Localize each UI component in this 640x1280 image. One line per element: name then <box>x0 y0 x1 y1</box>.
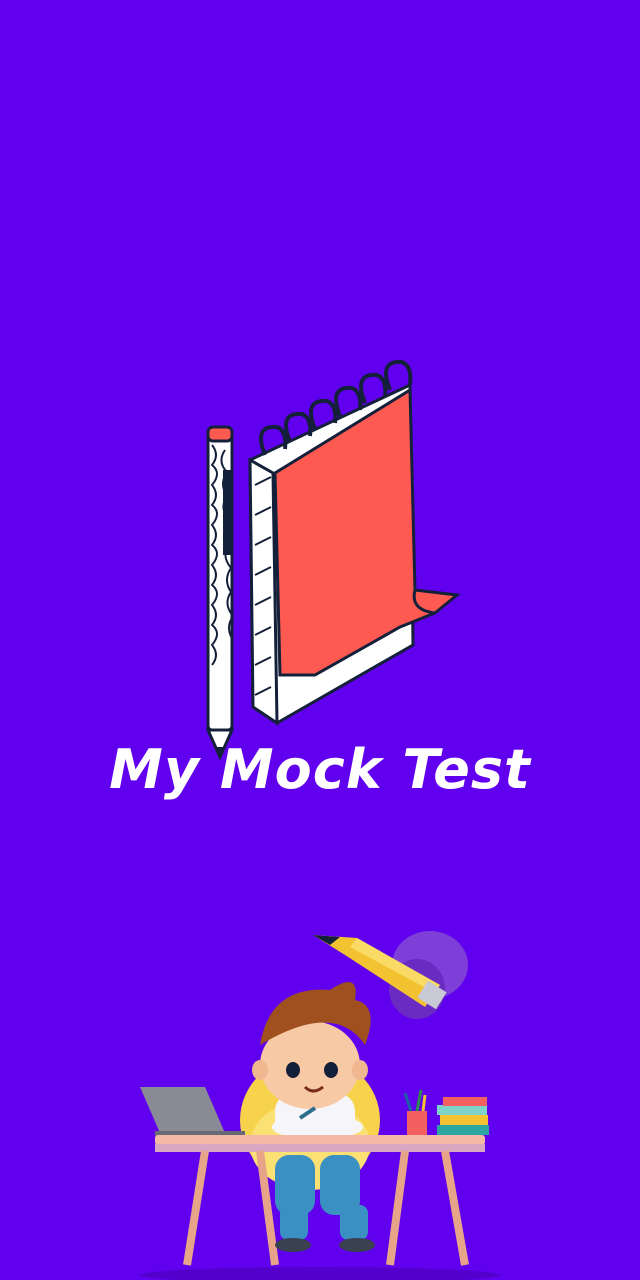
student-illustration-icon <box>140 931 500 1280</box>
splash-screen: My Mock Test <box>0 0 640 1280</box>
app-title: My Mock Test <box>109 738 531 801</box>
notepad-pencil-logo-icon <box>205 359 461 761</box>
notepad-icon <box>248 359 461 726</box>
pencil-icon <box>205 425 235 761</box>
